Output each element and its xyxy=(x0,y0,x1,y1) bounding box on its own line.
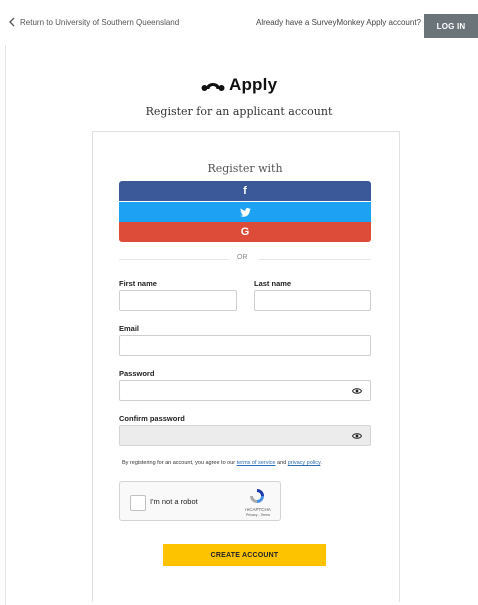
google-icon: G xyxy=(240,226,250,238)
recaptcha-logo-icon xyxy=(250,489,264,503)
recaptcha-privacy-terms[interactable]: Privacy - Terms xyxy=(238,513,278,517)
google-register-button[interactable]: G xyxy=(119,222,371,242)
facebook-register-button[interactable]: f xyxy=(119,181,371,201)
last-name-label: Last name xyxy=(254,279,292,288)
or-divider-right xyxy=(258,259,371,260)
page-subtitle: Register for an applicant account xyxy=(145,105,333,118)
recaptcha-widget: I'm not a robot reCAPTCHA Privacy - Term… xyxy=(119,481,281,521)
facebook-icon: f xyxy=(243,185,247,197)
show-confirm-password-eye-icon[interactable] xyxy=(352,432,362,440)
first-name-input[interactable] xyxy=(119,290,237,311)
top-bar: Return to University of Southern Queensl… xyxy=(0,0,478,50)
already-have-account-text: Already have a SurveyMonkey Apply accoun… xyxy=(256,18,421,27)
recaptcha-checkbox[interactable] xyxy=(130,495,146,511)
last-name-input[interactable] xyxy=(254,290,371,311)
show-password-eye-icon[interactable] xyxy=(352,387,362,395)
register-with-heading: Register with xyxy=(207,162,283,175)
terms-text: By registering for an account, you agree… xyxy=(122,460,322,466)
recaptcha-brand: reCAPTCHA xyxy=(245,507,271,512)
login-button[interactable]: LOG IN xyxy=(424,14,478,38)
chevron-left-icon xyxy=(9,17,15,27)
recaptcha-label: I'm not a robot xyxy=(150,497,198,506)
logo-text: Apply xyxy=(229,75,278,94)
terms-of-service-link[interactable]: terms of service xyxy=(237,460,276,466)
twitter-icon xyxy=(239,207,251,217)
or-divider-left xyxy=(119,259,229,260)
terms-and: and xyxy=(275,460,288,466)
first-name-label: First name xyxy=(119,279,157,288)
privacy-policy-link[interactable]: privacy policy xyxy=(288,460,321,466)
surveymonkey-logo-icon xyxy=(201,83,225,91)
apply-logo: Apply xyxy=(201,74,277,96)
password-input[interactable] xyxy=(119,380,371,401)
password-label: Password xyxy=(119,369,155,378)
return-link-label: Return to University of Southern Queensl… xyxy=(20,17,180,27)
terms-prefix: By registering for an account, you agree… xyxy=(122,460,237,466)
email-label: Email xyxy=(119,324,140,333)
confirm-password-label: Confirm password xyxy=(119,414,185,423)
or-divider-text: OR xyxy=(237,254,248,261)
twitter-register-button[interactable] xyxy=(119,202,371,222)
terms-suffix: . xyxy=(320,460,322,466)
return-link[interactable]: Return to University of Southern Queensl… xyxy=(8,17,179,27)
email-input[interactable] xyxy=(119,335,371,356)
create-account-button[interactable]: CREATE ACCOUNT xyxy=(163,544,326,566)
confirm-password-input[interactable] xyxy=(119,425,371,446)
